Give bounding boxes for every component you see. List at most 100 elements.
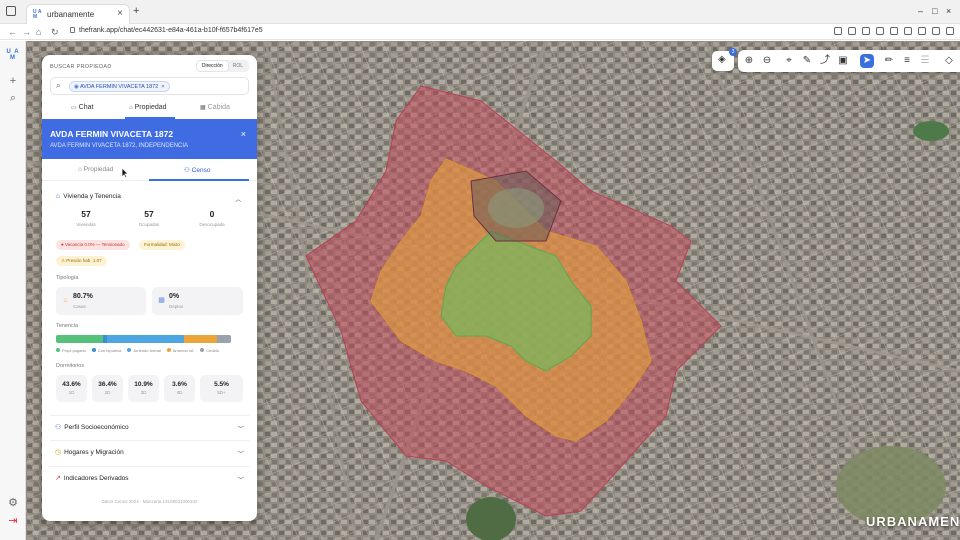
remove-chip-icon[interactable]: × <box>161 84 164 90</box>
stat-desocupada: 0 Desocupada <box>187 209 237 227</box>
status-badge: ⚠ Presión hab. 1.07 <box>56 256 107 266</box>
dormitorio-value: 43.6% <box>62 381 81 388</box>
tab-propiedad-label: Propiedad <box>134 104 167 111</box>
legend-item: Arriendo formal <box>127 348 161 353</box>
subtab-propiedad[interactable]: ⌂ Propiedad <box>78 166 113 173</box>
tab-propiedad[interactable]: ⌂ Propiedad <box>129 104 167 111</box>
close-tab-icon[interactable]: × <box>117 8 123 19</box>
stat-value: 57 <box>144 209 154 219</box>
minimize-icon[interactable]: – <box>918 6 923 16</box>
pin-icon[interactable]: ⌖ <box>782 54 796 68</box>
tab-cabida-label: Cabida <box>207 104 230 111</box>
clock-icon: ◷ <box>55 449 62 456</box>
search-icon[interactable]: ⌕ <box>7 92 19 104</box>
lock-icon <box>70 27 75 33</box>
search-mode-toggle: Dirección ROL <box>195 60 249 72</box>
section-vivienda-title: Vivienda y Tenencia <box>63 193 121 200</box>
extension-icon[interactable] <box>834 27 842 35</box>
section-vivienda-header[interactable]: ⌂ Vivienda y Tenencia <box>56 193 121 200</box>
tipologia-value: 0% <box>169 293 180 300</box>
filter-icon[interactable]: ≡ <box>900 54 914 68</box>
dormitorio-label: 2D <box>104 390 111 395</box>
search-input[interactable]: ⌕ ◉ AVDA FERMIN VIVACETA 1872 × <box>50 77 249 95</box>
tab-chat[interactable]: ▭ Chat <box>71 104 93 111</box>
chevron-down-icon[interactable]: ﹀ <box>238 474 245 484</box>
subtab-propiedad-label: Propiedad <box>83 166 114 173</box>
forward-icon[interactable]: → <box>22 26 31 38</box>
chevron-down-icon[interactable]: ﹀ <box>238 423 245 433</box>
maximize-icon[interactable]: □ <box>932 6 937 16</box>
add-icon[interactable]: + <box>7 75 19 87</box>
legend-dot <box>91 348 96 352</box>
mode-direccion[interactable]: Dirección <box>196 61 228 71</box>
section-hogares-migracion[interactable]: ◷ Hogares y Migración ﹀ <box>50 440 249 462</box>
chevron-down-icon[interactable]: ﹀ <box>238 448 245 458</box>
stat-ocupadas: 57 Ocupadas <box>124 209 174 227</box>
property-header: AVDA FERMIN VIVACETA 1872 AVDA FERMIN VI… <box>42 119 257 159</box>
zoom-in-icon[interactable]: ⊕ <box>742 54 756 68</box>
dormitorio-card: 36.4% 2D <box>92 375 123 402</box>
address-chip[interactable]: ◉ AVDA FERMIN VIVACETA 1872 × <box>69 81 170 92</box>
camera-icon[interactable]: ▣ <box>836 54 850 68</box>
tab-cabida[interactable]: ▦ Cabida <box>200 104 230 111</box>
dormitorio-value: 10.9% <box>134 381 153 388</box>
map-toolbar: ⊕ ⊖ ⌖ ✎ ⤴ ▣ ➤ ✏ ≡ ☰ ◇ ⋈ <box>738 50 960 72</box>
browser-window: U A M urbanamente × + – □ × ← → ⌂ ↻ thef… <box>0 0 960 540</box>
reload-icon[interactable]: ↻ <box>51 26 59 38</box>
home-icon[interactable]: ⌂ <box>36 26 41 38</box>
tenencia-legend: Propi pagado Con hipoteca Arriendo formal A… <box>56 348 246 353</box>
profile-icon[interactable] <box>946 27 954 35</box>
subtab-censo[interactable]: ⚇ Censo <box>184 166 210 174</box>
dormitorio-label: 3D <box>140 390 147 395</box>
logout-icon[interactable]: ⇥ <box>7 515 19 527</box>
extension-icon[interactable] <box>848 27 856 35</box>
dormitorio-label: 4D <box>176 390 183 395</box>
back-icon[interactable]: ← <box>8 26 17 38</box>
layers-button[interactable]: ◈ 3 <box>712 48 737 71</box>
eraser-icon[interactable]: ◇ <box>942 54 956 68</box>
extension-icon[interactable] <box>876 27 884 35</box>
legend-item: Con hipoteca <box>91 348 121 353</box>
curve-icon[interactable]: ⤴ <box>818 54 832 68</box>
dormitorio-card: 5.5% 5D+ <box>200 375 243 402</box>
tenencia-segment <box>217 335 231 343</box>
close-icon[interactable]: × <box>241 129 246 139</box>
measure-icon[interactable]: ✎ <box>800 54 814 68</box>
dormitorio-label: 1D <box>68 390 75 395</box>
section-indicadores-derivados[interactable]: ↗ Indicadores Derivados ﹀ <box>50 466 249 488</box>
zoom-out-icon[interactable]: ⊖ <box>760 54 774 68</box>
new-tab-icon[interactable]: + <box>133 6 139 17</box>
extension-icon[interactable] <box>918 27 926 35</box>
url-field[interactable]: thefrank.app/chat/ec442631-e84a-461a-b10… <box>70 27 263 34</box>
dormitorio-card: 10.9% 3D <box>128 375 159 402</box>
tipologia-name: Deptos <box>169 304 184 309</box>
people-icon: ⚇ <box>184 167 192 174</box>
extension-icon[interactable] <box>890 27 898 35</box>
mode-rol[interactable]: ROL <box>228 61 248 71</box>
tab-bar: U A M urbanamente × + – □ × <box>0 0 960 24</box>
extension-icon[interactable] <box>932 27 940 35</box>
section-perfil-socioeconomico[interactable]: ⚇ Perfil Socioeconómico ﹀ <box>50 415 249 437</box>
browser-tab[interactable]: U A M urbanamente × <box>26 4 130 24</box>
address-chip-label: AVDA FERMIN VIVACETA 1872 <box>80 84 159 90</box>
mouse-cursor-icon <box>121 167 129 179</box>
dormitorio-value: 5.5% <box>214 381 229 388</box>
building-icon: ▦ <box>200 105 206 111</box>
legend-dot <box>56 348 60 352</box>
list-icon[interactable]: ☰ <box>918 54 932 68</box>
settings-icon[interactable]: ⚙ <box>7 497 19 509</box>
tab-title: urbanamente <box>47 10 95 19</box>
stat-label: Viviendas <box>76 222 96 227</box>
chat-icon: ▭ <box>71 105 77 111</box>
pencil-icon[interactable]: ✏ <box>882 54 896 68</box>
brand-watermark: URBANAMENTE <box>866 514 960 529</box>
tenencia-bar <box>56 335 231 343</box>
app-rail: U A M + ⌕ ⚙ ⇥ <box>0 41 26 540</box>
tenencia-label: Tenencia <box>56 323 79 329</box>
cursor-tool-icon[interactable]: ➤ <box>860 54 874 68</box>
chevron-up-icon[interactable]: ︿ <box>235 193 242 203</box>
sidebar-toggle-icon[interactable] <box>6 6 16 16</box>
extension-icon[interactable] <box>904 27 912 35</box>
close-window-icon[interactable]: × <box>946 6 951 16</box>
extension-icon[interactable] <box>862 27 870 35</box>
